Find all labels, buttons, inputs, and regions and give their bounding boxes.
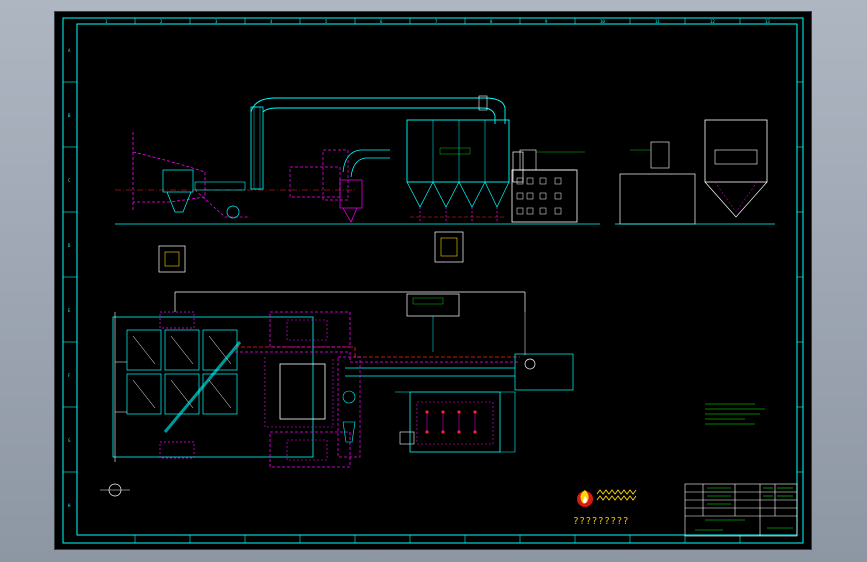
grid-letter-b: B (68, 113, 71, 118)
control-room (406, 293, 460, 317)
grid-number-12: 12 (710, 19, 715, 24)
grid-number-10: 10 (600, 19, 605, 24)
baghouse-plan-pipes (426, 412, 476, 432)
curved-duct-b (350, 157, 390, 178)
upper-dryer-inner (286, 319, 328, 341)
cyclone-plan-1 (342, 390, 356, 404)
cooler-hopper (166, 191, 192, 213)
curved-duct (342, 149, 390, 173)
plan-boundary (112, 316, 314, 458)
side-baghouse-cone-lines (714, 181, 758, 213)
fan-wheel (226, 205, 240, 219)
baghouse (406, 119, 510, 183)
cyclone-plan-2 (342, 421, 356, 443)
grid-letter-a: A (68, 48, 71, 53)
grid-letter-h: H (68, 503, 71, 508)
side-elevation-hopper (650, 141, 670, 169)
central-chamber-outline (264, 357, 334, 428)
side-baghouse (704, 119, 768, 183)
stack (512, 151, 524, 183)
grid-letter-d: D (68, 243, 71, 248)
section-view-mid-inner (440, 237, 458, 257)
grid-number-9: 9 (545, 19, 548, 24)
overhead-duct-lower (262, 107, 496, 124)
grid-number-3: 3 (215, 19, 218, 24)
baghouse-discharge (419, 207, 498, 222)
fan-box (399, 431, 415, 445)
office-hopper (519, 149, 537, 171)
side-baghouse-top (714, 149, 758, 165)
grid-number-5: 5 (325, 19, 328, 24)
outer-frame (62, 17, 804, 544)
logo-caption: ????????? (573, 516, 629, 527)
auxiliary-building (322, 149, 349, 201)
inclined-conveyor (194, 189, 250, 218)
grid-letter-c: C (68, 178, 71, 183)
plan-view (100, 291, 574, 497)
heat-exchanger (289, 166, 341, 198)
kiln-lower-burner (159, 441, 195, 459)
kiln-body (132, 132, 206, 212)
logo-swash (596, 489, 637, 501)
end-fan (524, 358, 536, 370)
baghouse-label-box (439, 147, 471, 155)
baghouse-hoppers (406, 181, 510, 208)
baghouse-plan-inner (416, 401, 494, 445)
kiln-chambers (126, 329, 238, 415)
cyclone-housing (339, 179, 363, 209)
riser-duct (250, 106, 264, 190)
baghouse-plan-shape (395, 391, 516, 453)
cad-plant-layout-svg: 1 2 3 4 5 6 7 8 9 10 11 12 13 A B C D E … (62, 17, 804, 544)
elevation-view (115, 95, 775, 273)
section-view-left (158, 245, 186, 273)
section-view-mid (434, 231, 464, 263)
top-grid-ticks (134, 18, 741, 543)
control-room-label (412, 297, 444, 305)
grid-number-6: 6 (380, 19, 383, 24)
grid-letter-f: F (68, 373, 71, 378)
title-block-lines (695, 487, 793, 531)
notes-block (705, 403, 765, 425)
grid-number-7: 7 (435, 19, 438, 24)
inner-frame (76, 23, 798, 536)
side-elevation-building (619, 173, 696, 225)
grid-number-13: 13 (765, 19, 770, 24)
riser-duct-inner (253, 106, 261, 190)
cad-drawing-sheet: 1 2 3 4 5 6 7 8 9 10 11 12 13 A B C D E … (55, 12, 811, 549)
baghouse-plan-valves (425, 410, 477, 434)
central-chamber (279, 363, 326, 420)
section-view-left-inner (164, 251, 180, 267)
grid-number-4: 4 (270, 19, 273, 24)
grid-letter-e: E (68, 308, 71, 313)
grid-number-8: 8 (490, 19, 493, 24)
kiln-upper-burner (159, 311, 195, 329)
company-logo (577, 490, 593, 507)
grid-letter-g: G (68, 438, 71, 443)
grid-number-1: 1 (105, 19, 108, 24)
office-windows (516, 177, 562, 215)
cooler-housing (162, 169, 194, 193)
baghouse-plan (409, 391, 501, 453)
conveyor (194, 181, 246, 191)
grid-labels: 1 2 3 4 5 6 7 8 9 10 11 12 13 A B C D E … (68, 19, 770, 508)
right-equipment-box (514, 353, 574, 391)
grid-number-2: 2 (160, 19, 163, 24)
cyclone-cone (342, 207, 358, 223)
left-piping (114, 312, 127, 462)
grid-number-11: 11 (655, 19, 660, 24)
